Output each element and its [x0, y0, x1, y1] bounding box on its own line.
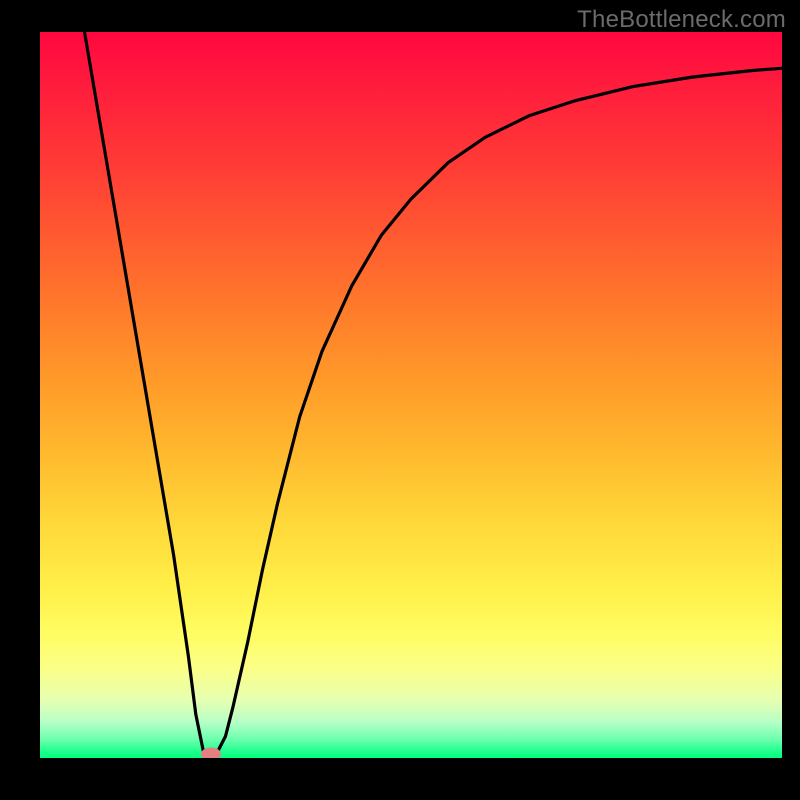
- plot-area: [40, 32, 782, 758]
- bottleneck-curve: [40, 32, 782, 758]
- chart-frame: TheBottleneck.com: [0, 0, 800, 800]
- watermark-text: TheBottleneck.com: [577, 6, 786, 34]
- minimum-marker-dot: [201, 748, 221, 758]
